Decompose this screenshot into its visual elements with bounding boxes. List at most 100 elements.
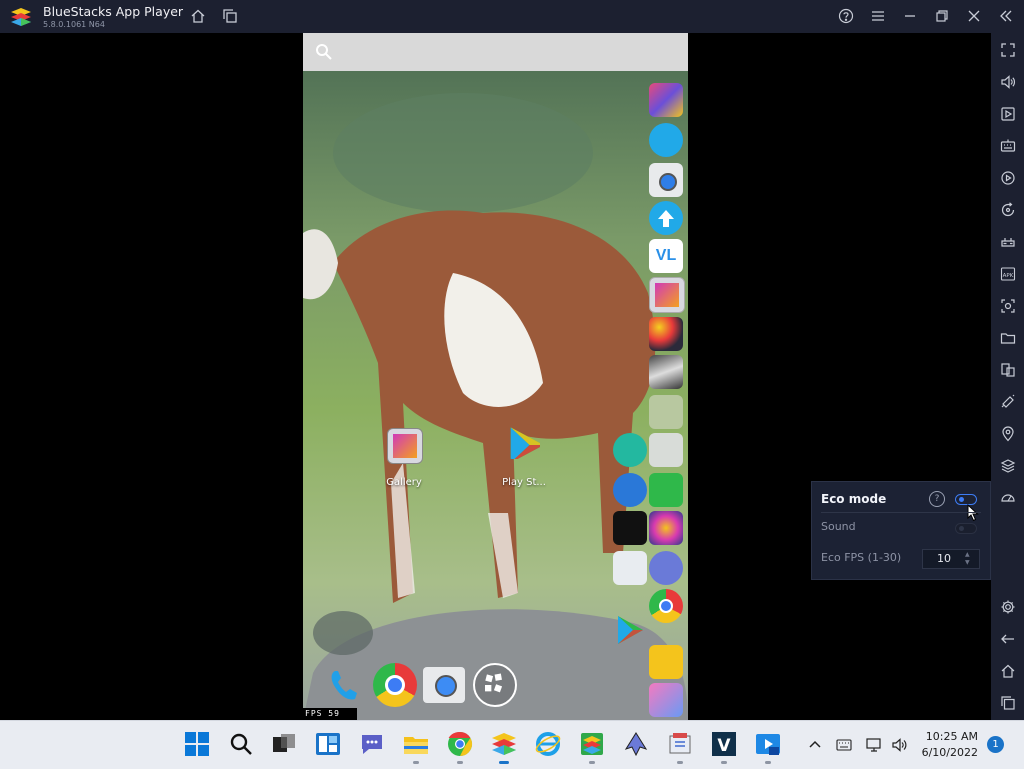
app-icon[interactable] <box>649 645 683 679</box>
app-icon[interactable] <box>649 83 683 117</box>
gallery-icon[interactable] <box>387 428 423 464</box>
svg-text:APK: APK <box>1003 273 1014 279</box>
volume-icon[interactable] <box>891 737 909 753</box>
chevron-up-icon[interactable] <box>808 738 822 752</box>
search-icon[interactable] <box>228 731 254 757</box>
chrome-icon[interactable] <box>447 731 473 757</box>
eco-mode-panel: Eco mode ? Sound Eco FPS (1-30) 10 ▲ ▼ <box>811 481 991 580</box>
spin-down-icon[interactable]: ▼ <box>965 560 973 566</box>
help-icon[interactable] <box>838 8 854 24</box>
collapse-sidebar-icon[interactable] <box>998 8 1014 24</box>
close-icon[interactable] <box>966 8 982 24</box>
fullscreen-icon[interactable] <box>1000 42 1016 58</box>
shake-icon[interactable] <box>1000 394 1016 410</box>
install-apk-icon[interactable]: APK <box>1000 266 1016 282</box>
eco-mode-title: Eco mode <box>821 492 887 506</box>
layers-icon[interactable] <box>1000 458 1016 474</box>
teams-chat-icon[interactable] <box>359 731 385 757</box>
back-icon[interactable] <box>1000 631 1016 647</box>
play-store-icon[interactable] <box>506 425 540 459</box>
app-icon[interactable] <box>649 317 683 351</box>
calculator-app-icon[interactable] <box>613 433 647 467</box>
play-store-app-icon[interactable] <box>613 613 647 647</box>
network-icon[interactable] <box>866 737 884 753</box>
divider <box>821 512 981 513</box>
eco-fps-label: Eco FPS (1-30) <box>821 551 902 564</box>
screenshot-icon[interactable] <box>1000 298 1016 314</box>
app-icon[interactable] <box>649 551 683 585</box>
sound-label: Sound <box>821 520 856 533</box>
app-title: BlueStacks App Player <box>43 4 184 19</box>
gamepad-icon[interactable] <box>1000 234 1016 250</box>
recent-apps-icon[interactable] <box>1000 695 1016 711</box>
widgets-icon[interactable] <box>315 731 341 757</box>
camera-icon[interactable] <box>423 667 465 703</box>
keyboard-icon[interactable] <box>1000 138 1016 154</box>
home-app-icon[interactable] <box>613 473 647 507</box>
package-icon[interactable] <box>667 731 693 757</box>
spin-up-icon[interactable]: ▲ <box>965 552 973 558</box>
app-icon[interactable] <box>649 511 683 545</box>
home-icon[interactable] <box>1000 663 1016 679</box>
app-icon[interactable] <box>649 683 683 717</box>
running-indicator <box>677 761 683 764</box>
notification-badge[interactable]: 1 <box>987 736 1004 753</box>
keyboard-language-icon[interactable] <box>836 738 852 752</box>
upload-app-icon[interactable] <box>649 201 683 235</box>
app-icon[interactable] <box>649 395 683 429</box>
right-sidebar: APK <box>991 33 1024 720</box>
rotate-icon[interactable] <box>1000 202 1016 218</box>
active-indicator <box>499 761 509 764</box>
search-icon[interactable] <box>315 43 333 61</box>
location-icon[interactable] <box>1000 426 1016 442</box>
menu-icon[interactable] <box>870 8 886 24</box>
eco-mode-icon[interactable] <box>1000 490 1016 506</box>
running-indicator <box>765 761 771 764</box>
multi-instance-icon[interactable] <box>222 8 238 24</box>
bluestacks-icon[interactable] <box>491 731 517 757</box>
home-icon[interactable] <box>190 8 206 24</box>
phone-icon[interactable] <box>325 665 365 705</box>
app-drawer-icon[interactable] <box>473 663 517 707</box>
volume-icon[interactable] <box>1000 74 1016 90</box>
play-store-label: Play St... <box>502 477 546 488</box>
app-icon[interactable] <box>613 551 647 585</box>
internet-explorer-icon[interactable] <box>535 731 561 757</box>
search-bar[interactable] <box>303 33 688 71</box>
clock-time[interactable]: 10:25 AM <box>918 730 978 743</box>
clock-date[interactable]: 6/10/2022 <box>918 746 978 759</box>
chrome-icon[interactable] <box>373 663 417 707</box>
running-indicator <box>413 761 419 764</box>
app-icon[interactable] <box>649 433 683 467</box>
eco-help-icon[interactable]: ? <box>929 491 945 507</box>
android-screen[interactable]: VL Gallery Play St... FPS 59 <box>303 33 688 720</box>
restore-icon[interactable] <box>934 8 950 24</box>
gallery-label: Gallery <box>386 477 422 488</box>
vl-app-icon[interactable]: VL <box>649 239 683 273</box>
fps-counter: FPS 59 <box>303 708 357 720</box>
app-icon[interactable] <box>649 473 683 507</box>
file-explorer-icon[interactable] <box>403 731 429 757</box>
svg-text:V: V <box>717 736 731 756</box>
gallery-app-icon[interactable] <box>649 277 685 313</box>
camera-app-icon[interactable] <box>649 163 683 197</box>
app-icon[interactable] <box>649 355 683 389</box>
bluestacks-logo-icon <box>11 8 31 26</box>
sound-toggle[interactable] <box>955 523 977 534</box>
virtualbox-icon[interactable]: V <box>711 731 737 757</box>
media-manager-icon[interactable] <box>1000 106 1016 122</box>
app-icon[interactable] <box>649 123 683 157</box>
multi-instance-manager-icon[interactable] <box>1000 362 1016 378</box>
start-icon[interactable] <box>184 731 210 757</box>
inkscape-icon[interactable] <box>623 731 649 757</box>
minimize-icon[interactable] <box>902 8 918 24</box>
folder-icon[interactable] <box>1000 330 1016 346</box>
media-player-icon[interactable] <box>755 731 781 757</box>
bluestacks-multi-instance-icon[interactable] <box>579 731 605 757</box>
chrome-app-icon[interactable] <box>649 589 683 623</box>
windows-taskbar: V 10:25 AM 6/10/2022 1 <box>0 720 1024 769</box>
settings-icon[interactable] <box>1000 599 1016 615</box>
task-view-icon[interactable] <box>271 731 297 757</box>
macro-icon[interactable] <box>1000 170 1016 186</box>
app-icon[interactable] <box>613 511 647 545</box>
